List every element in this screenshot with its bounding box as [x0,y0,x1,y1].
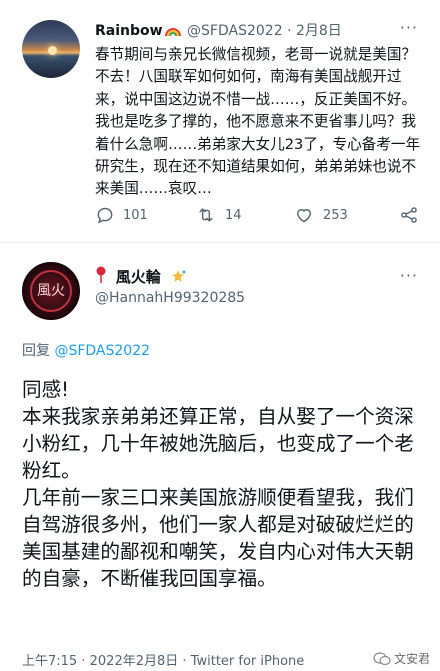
handle[interactable]: @SFDAS2022 [187,23,283,39]
pin-icon [95,266,107,288]
like-count: 253 [323,207,348,223]
retweet-button[interactable]: 14 [195,205,242,225]
reply-count: 101 [123,207,148,223]
separator: · [287,23,292,39]
divider [0,242,440,243]
replying-to: 回复 @SFDAS2022 [22,340,150,360]
tweet-date[interactable]: 2022年2月8日 [90,654,179,669]
retweet-count: 14 [225,207,242,223]
reply-icon [97,207,113,224]
separator: · [81,654,86,669]
watermark: 文安君 [373,650,430,667]
reply-prefix: 回复 [22,343,50,359]
tweet-time[interactable]: 上午7:15 [22,654,77,669]
display-name[interactable]: 風火輪 [116,268,161,286]
tweet-meta: 上午7:15 · 2022年2月8日 · Twitter for iPhone [22,650,304,669]
tweet-client: Twitter for iPhone [190,654,305,669]
sparkle-icon [169,269,187,287]
separator: · [182,654,187,669]
avatar-glyph: 風火 [37,283,65,299]
reply-to-link[interactable]: @SFDAS2022 [54,343,150,359]
handle[interactable]: @HannahH99320285 [95,290,245,306]
tweet-header: 風火輪 [95,266,187,288]
share-icon [401,207,417,223]
rainbow-icon [164,24,181,37]
tweet-date[interactable]: 2月8日 [296,23,342,39]
like-button[interactable]: 253 [293,205,348,225]
tweet-paragraph: 本来我家亲弟弟还算正常，自从娶了一个资深小粉红，几十年被她洗脑后，也变成了一个老… [22,405,414,482]
tweet-paragraph: 同感! [22,378,70,401]
tweet-header: Rainbow @SFDAS2022 · 2月8日 [95,20,342,40]
reply-button[interactable]: 101 [95,205,148,225]
more-options-icon[interactable]: ··· [400,266,418,285]
watermark-text: 文安君 [393,652,430,666]
more-options-icon[interactable]: ··· [400,18,418,37]
wechat-icon [373,651,391,665]
heart-icon [297,209,311,223]
tweet-text: 春节期间与亲兄长微信视频，老哥一说就是美国？不去！八国联军如何如何，南海有美国战… [95,46,421,198]
retweet-icon [199,208,213,222]
sunset-image [48,46,57,55]
share-button[interactable] [398,205,420,225]
quoted-tweet: Rainbow @SFDAS2022 · 2月8日 ··· 春节期间与亲兄长微信… [0,0,440,240]
display-name[interactable]: Rainbow [95,23,163,39]
tweet-text: 同感! 本来我家亲弟弟还算正常，自从娶了一个资深小粉红，几十年被她洗脑后，也变成… [22,376,426,592]
action-bar: 101 14 253 [95,205,425,229]
avatar[interactable] [22,20,80,78]
avatar[interactable]: 風火 [22,262,80,320]
tweet-paragraph: 几年前一家三口来美国旅游顺便看望我，我们自驾游很多州，他们一家人都是对破破烂烂的… [22,486,414,590]
